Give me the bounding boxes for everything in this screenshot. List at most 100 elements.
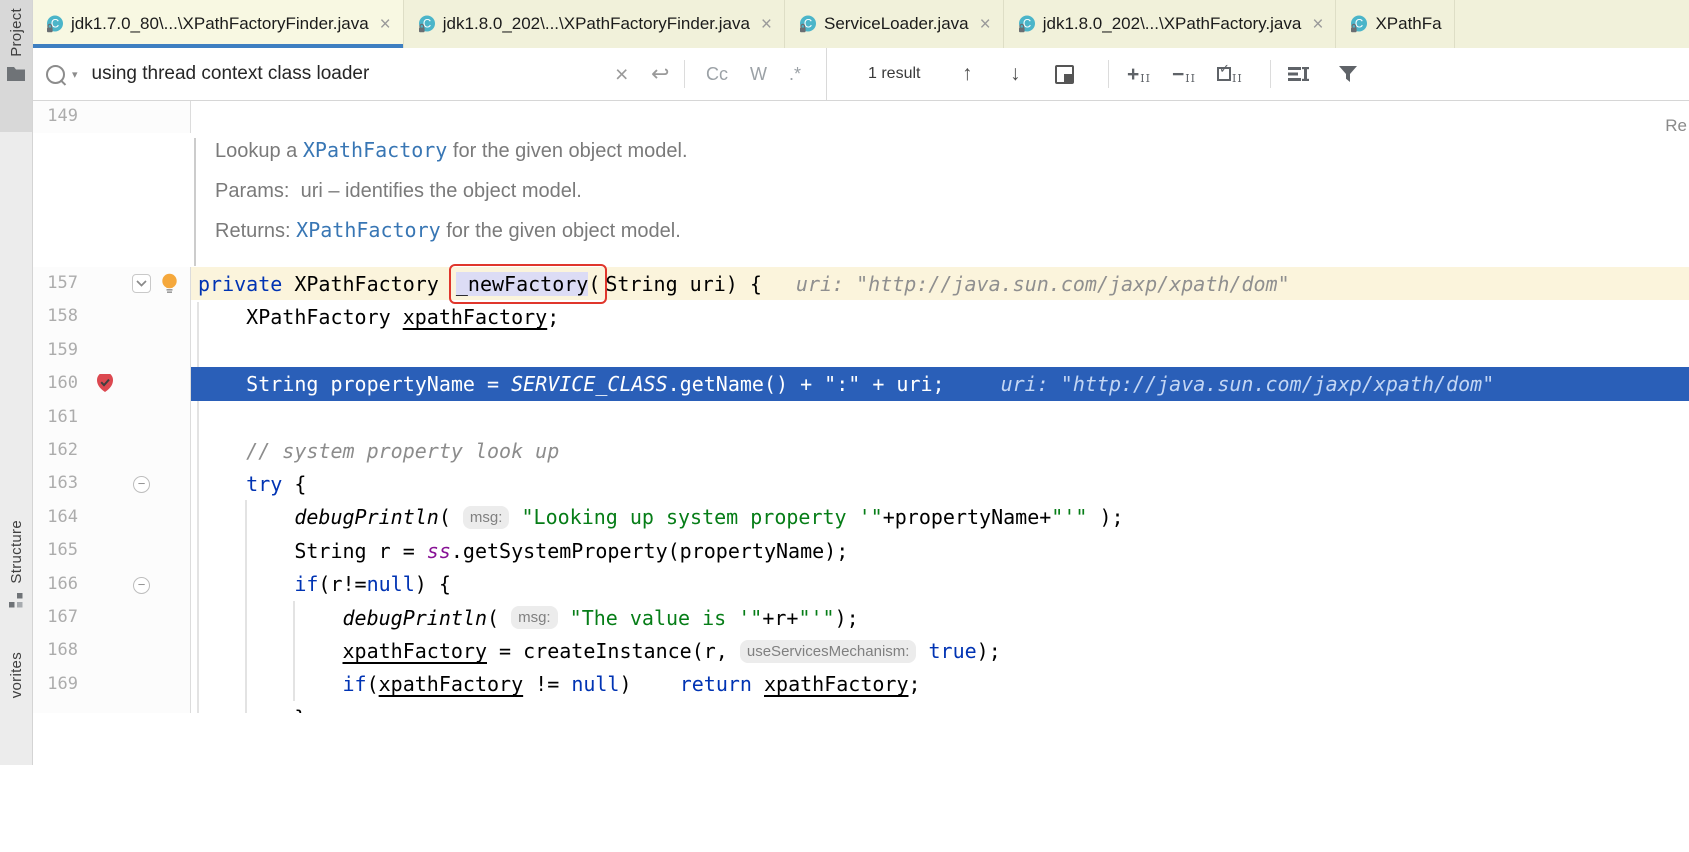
editor-tab-3[interactable]: Cjdk1.8.0_202\...\XPathFactory.java×: [1004, 0, 1337, 48]
code-text[interactable]: private XPathFactory _newFactory(String …: [191, 267, 1689, 300]
code-line-149[interactable]: 149: [32, 100, 1689, 133]
close-tab-icon[interactable]: ×: [761, 15, 772, 34]
gutter[interactable]: 167: [32, 601, 191, 634]
close-tab-icon[interactable]: ×: [380, 15, 391, 34]
code-text[interactable]: XPathFactory xpathFactory;: [191, 300, 1689, 333]
code-editor[interactable]: Lookup a XPathFactory for the given obje…: [32, 100, 1689, 713]
filter-icon[interactable]: [1338, 48, 1358, 100]
code-line-170[interactable]: }: [32, 701, 1689, 713]
inline-hint: uri: "http://java.sun.com/jaxp/xpath/dom…: [796, 272, 1290, 296]
search-input[interactable]: using thread context class loader: [92, 63, 370, 85]
line-number[interactable]: 169: [32, 668, 78, 701]
code-text[interactable]: [191, 100, 1689, 133]
newline-icon[interactable]: ↩: [651, 61, 669, 87]
code-text[interactable]: }: [191, 701, 1689, 713]
line-number[interactable]: 157: [32, 267, 78, 300]
code-line-157[interactable]: 157 private XPathFactory _newFactory(Stri…: [32, 267, 1689, 300]
code-line-165[interactable]: 165 String r = ss.getSystemProperty(prop…: [32, 534, 1689, 567]
open-in-find-window-icon[interactable]: [1288, 48, 1310, 100]
find-in-selection-icon[interactable]: [1055, 65, 1074, 84]
gutter[interactable]: 157: [32, 267, 191, 300]
line-number[interactable]: 166: [32, 568, 78, 601]
intention-bulb-icon[interactable]: [160, 273, 179, 299]
line-number[interactable]: 161: [32, 401, 78, 434]
search-field[interactable]: ▾ using thread context class loader: [46, 48, 369, 100]
sidebar-item-favorites[interactable]: vorites: [0, 644, 32, 852]
line-number[interactable]: 162: [32, 434, 78, 467]
code-token: xpathFactory: [764, 672, 909, 696]
code-line-159[interactable]: 159: [32, 334, 1689, 367]
gutter[interactable]: 164: [32, 501, 191, 534]
gutter[interactable]: 165: [32, 534, 191, 567]
next-occurrence-icon[interactable]: ↓: [1010, 62, 1021, 86]
gutter[interactable]: 160: [32, 367, 191, 400]
add-occurrence-icon[interactable]: +II: [1127, 48, 1151, 100]
code-line-166[interactable]: 166 − if(r!=null) {: [32, 568, 1689, 601]
code-text[interactable]: xpathFactory = createInstance(r, useServ…: [191, 634, 1689, 667]
line-number[interactable]: 159: [32, 334, 78, 367]
editor-tab-2[interactable]: CServiceLoader.java×: [785, 0, 1004, 48]
fold-marker-icon[interactable]: [132, 274, 151, 293]
code-line-160[interactable]: 160 String propertyName = SERVICE_CLASS.…: [32, 367, 1689, 400]
code-line-158[interactable]: 158 XPathFactory xpathFactory;: [32, 300, 1689, 333]
code-text[interactable]: // system property look up: [191, 434, 1689, 467]
gutter[interactable]: 158: [32, 300, 191, 333]
gutter[interactable]: 159: [32, 334, 191, 367]
regex-toggle[interactable]: .*: [789, 64, 801, 85]
line-number[interactable]: 164: [32, 501, 78, 534]
sidebar-item-structure[interactable]: Structure: [0, 512, 32, 645]
bookmark-icon[interactable]: [96, 374, 114, 398]
code-text[interactable]: [191, 401, 1689, 434]
code-line-162[interactable]: 162 // system property look up: [32, 434, 1689, 467]
code-line-163[interactable]: 163 − try {: [32, 467, 1689, 500]
fold-collapse-icon[interactable]: −: [133, 577, 150, 594]
fold-collapse-icon[interactable]: −: [133, 476, 150, 493]
code-line-161[interactable]: 161: [32, 401, 1689, 434]
code-text[interactable]: debugPrintln( msg: "Looking up system pr…: [191, 501, 1689, 534]
code-text[interactable]: if(r!=null) {: [191, 568, 1689, 601]
code-text[interactable]: debugPrintln( msg: "The value is '"+r+"'…: [191, 601, 1689, 634]
gutter[interactable]: [32, 701, 191, 713]
previous-occurrence-icon[interactable]: ↑: [962, 62, 973, 86]
line-number[interactable]: 158: [32, 300, 78, 333]
gutter[interactable]: 149: [32, 100, 191, 133]
close-tab-icon[interactable]: ×: [980, 15, 991, 34]
editor-tab-4[interactable]: CXPathFa: [1336, 0, 1454, 48]
code-text[interactable]: [191, 334, 1689, 367]
line-number[interactable]: 167: [32, 601, 78, 634]
match-case-toggle[interactable]: Cc: [706, 64, 728, 85]
code-text[interactable]: try {: [191, 467, 1689, 500]
line-number[interactable]: 163: [32, 467, 78, 500]
line-number[interactable]: 165: [32, 534, 78, 567]
close-tab-icon[interactable]: ×: [1312, 15, 1323, 34]
editor-tab-1[interactable]: Cjdk1.8.0_202\...\XPathFactoryFinder.jav…: [404, 0, 785, 48]
gutter[interactable]: 162: [32, 434, 191, 467]
doc-link[interactable]: XPathFactory: [303, 138, 448, 162]
doc-link[interactable]: XPathFactory: [296, 218, 441, 242]
gutter[interactable]: 166 −: [32, 568, 191, 601]
line-number[interactable]: 149: [32, 100, 78, 133]
code-line-168[interactable]: 168 xpathFactory = createInstance(r, use…: [32, 634, 1689, 667]
clear-search-icon[interactable]: ×: [615, 61, 628, 88]
whole-words-toggle[interactable]: W: [750, 64, 767, 85]
search-icon[interactable]: [46, 65, 65, 84]
sidebar-item-label: Structure: [8, 520, 25, 584]
code-text[interactable]: if(xpathFactory != null) return xpathFac…: [191, 668, 1689, 701]
sidebar-item-project[interactable]: Project: [0, 0, 32, 132]
code-text[interactable]: String propertyName = SERVICE_CLASS.getN…: [191, 367, 1689, 400]
code-text[interactable]: String r = ss.getSystemProperty(property…: [191, 534, 1689, 567]
line-number[interactable]: 160: [32, 367, 78, 400]
doc-text: Returns:: [215, 220, 296, 242]
code-line-164[interactable]: 164 debugPrintln( msg: "Looking up syste…: [32, 501, 1689, 534]
gutter[interactable]: 161: [32, 401, 191, 434]
gutter[interactable]: 168: [32, 634, 191, 667]
remove-occurrence-icon[interactable]: −II: [1172, 48, 1196, 100]
code-line-167[interactable]: 167 debugPrintln( msg: "The value is '"+…: [32, 601, 1689, 634]
select-all-occurrences-icon[interactable]: ✓II: [1217, 48, 1243, 100]
line-number[interactable]: 168: [32, 634, 78, 667]
search-dropdown-arrow-icon[interactable]: ▾: [72, 68, 78, 81]
editor-tab-0[interactable]: Cjdk1.7.0_80\...\XPathFactoryFinder.java…: [32, 0, 404, 48]
gutter[interactable]: 163 −: [32, 467, 191, 500]
code-line-169[interactable]: 169 if(xpathFactory != null) return xpat…: [32, 668, 1689, 701]
gutter[interactable]: 169: [32, 668, 191, 701]
